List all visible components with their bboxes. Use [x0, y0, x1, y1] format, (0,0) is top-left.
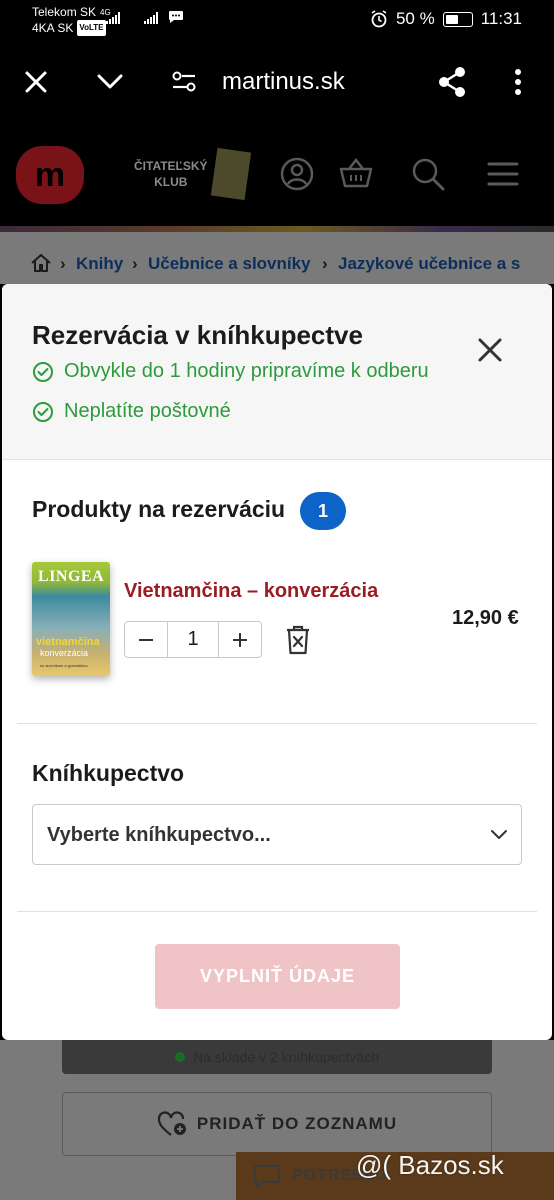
breadcrumb-item-ucebnice[interactable]: Učebnice a slovníky: [148, 254, 311, 274]
url-text[interactable]: martinus.sk: [222, 68, 345, 96]
battery-percent: 50 %: [395, 9, 435, 28]
carrier-2: 4KA SK: [32, 21, 74, 35]
chevron-down-icon[interactable]: [90, 62, 130, 102]
check-circle-icon: [33, 361, 53, 382]
signal-indicators: 4G: [100, 8, 184, 24]
benefit-item: Neplatíte poštovné: [32, 400, 231, 423]
breadcrumb: › Knihy › Učebnice a slovníky › Jazykové…: [0, 232, 554, 284]
share-icon[interactable]: [432, 62, 472, 102]
store-select-value: Vyberte kníhkupectvo...: [47, 824, 271, 846]
network-type: 4G: [100, 8, 111, 17]
add-to-list-button[interactable]: PRIDAŤ DO ZOZNAMU: [62, 1092, 492, 1156]
divider: [17, 723, 537, 724]
carrier-info: Telekom SK 4KA SK VoLTE: [32, 4, 106, 36]
cover-subtitle: konverzácia: [40, 648, 89, 658]
club-line-2: KLUB: [154, 175, 188, 189]
site-header: m ČITATEĽSKÝ KLUB: [0, 126, 554, 226]
battery-icon: [442, 11, 473, 27]
more-options-icon[interactable]: [498, 62, 538, 102]
product-price: 12,90 €: [452, 607, 519, 629]
quantity-value[interactable]: 1: [167, 622, 219, 657]
modal-header: Rezervácia v kníhkupectve Obvykle do 1 h…: [2, 284, 552, 460]
benefit-item: Obvykle do 1 hodiny pripravíme k odberu: [32, 360, 429, 383]
close-button[interactable]: [472, 332, 508, 368]
watermark: @( Bazos.sk: [356, 1150, 504, 1180]
stock-text: Na sklade v 2 kníhkupectvách: [193, 1049, 379, 1065]
menu-icon[interactable]: [485, 156, 521, 192]
close-tab-icon[interactable]: [16, 62, 56, 102]
benefit-text: Neplatíte poštovné: [64, 400, 231, 422]
club-book-image: [210, 147, 252, 201]
check-circle-icon: [33, 401, 53, 422]
status-right: 50 % 11:31: [370, 9, 522, 29]
store-title: Kníhkupectvo: [32, 760, 185, 786]
basket-icon[interactable]: [338, 156, 374, 192]
site-settings-icon[interactable]: [164, 62, 204, 102]
product-name[interactable]: Vietnamčina – konverzácia: [124, 580, 378, 603]
reader-club[interactable]: ČITATEĽSKÝ KLUB: [134, 158, 208, 190]
martinus-logo[interactable]: m: [16, 146, 84, 204]
status-bar: Telekom SK 4KA SK VoLTE 4G 50 % 11:31: [0, 0, 554, 40]
chat-icon: [254, 1164, 280, 1188]
carrier-1: Telekom SK: [32, 5, 97, 19]
stock-status-dot: [175, 1052, 185, 1062]
increase-button[interactable]: [219, 622, 261, 657]
products-title: Produkty na rezerváciu: [32, 496, 286, 522]
user-icon[interactable]: [279, 156, 315, 192]
minus-icon: [139, 638, 153, 641]
club-line-1: ČITATEĽSKÝ: [134, 159, 208, 173]
decrease-button[interactable]: [125, 622, 167, 657]
alarm-icon: [371, 10, 387, 28]
add-to-list-label: PRIDAŤ DO ZOZNAMU: [196, 1114, 398, 1133]
fill-details-button[interactable]: VYPLNIŤ ÚDAJE: [155, 944, 400, 1009]
search-icon[interactable]: [410, 156, 446, 192]
trash-icon[interactable]: [284, 624, 312, 656]
product-cover-image[interactable]: LINGEA vietnamčina konverzácia so slovní…: [32, 562, 110, 676]
divider: [17, 911, 537, 912]
quantity-stepper: 1: [124, 621, 262, 658]
cover-title: vietnamčina: [36, 636, 100, 648]
heart-plus-icon: [157, 1111, 186, 1136]
cover-note: so slovníkom a gramatikou: [40, 663, 88, 668]
chevron-down-icon: [491, 830, 507, 839]
plus-icon: [233, 632, 247, 647]
cover-brand: LINGEA: [38, 568, 105, 585]
breadcrumb-item-knihy[interactable]: Knihy: [76, 254, 123, 274]
modal-title: Rezervácia v kníhkupectve: [32, 320, 363, 350]
stock-info: Na sklade v 2 kníhkupectvách: [62, 1040, 492, 1074]
reservation-modal: Rezervácia v kníhkupectve Obvykle do 1 h…: [2, 284, 552, 1040]
breadcrumb-item-jazykove[interactable]: Jazykové učebnice a s: [338, 254, 520, 274]
clock: 11:31: [480, 9, 522, 28]
products-count-badge: 1: [300, 492, 346, 530]
benefit-text: Obvykle do 1 hodiny pripravíme k odberu: [64, 360, 429, 382]
close-icon: [478, 338, 502, 362]
store-select[interactable]: Vyberte kníhkupectvo...: [32, 804, 522, 865]
signal-icon-2: [144, 12, 158, 24]
home-icon[interactable]: [30, 253, 52, 273]
browser-toolbar: martinus.sk: [0, 40, 554, 126]
message-icon: [169, 11, 183, 23]
